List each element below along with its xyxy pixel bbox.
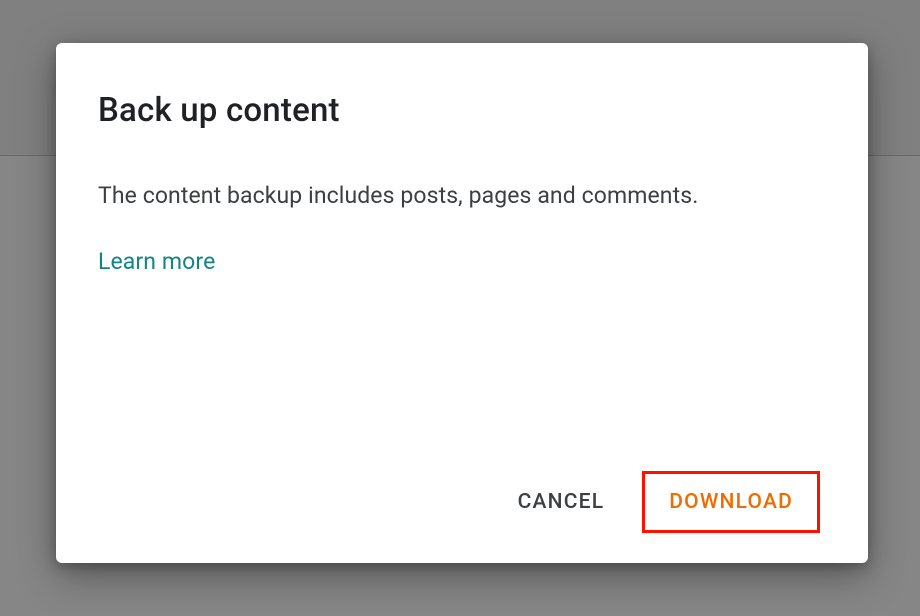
dialog-title: Back up content xyxy=(98,91,826,130)
dialog-actions: CANCEL DOWNLOAD xyxy=(98,471,826,533)
cancel-button[interactable]: CANCEL xyxy=(508,472,615,532)
backup-content-dialog: Back up content The content backup inclu… xyxy=(56,43,868,563)
download-button-highlight: DOWNLOAD xyxy=(642,471,820,533)
learn-more-link[interactable]: Learn more xyxy=(98,248,215,275)
download-button[interactable]: DOWNLOAD xyxy=(647,476,815,528)
dialog-body-text: The content backup includes posts, pages… xyxy=(98,180,826,212)
